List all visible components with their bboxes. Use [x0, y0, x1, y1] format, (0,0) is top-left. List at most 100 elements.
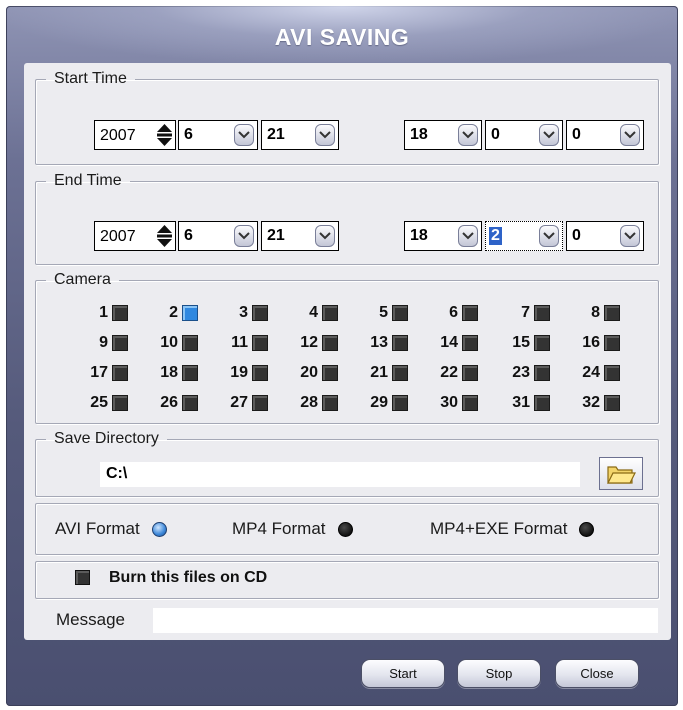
burn-cd-checkbox[interactable]: [75, 570, 90, 585]
radio-unselected-icon[interactable]: [579, 521, 595, 537]
checkbox-unchecked-icon[interactable]: [462, 395, 478, 411]
camera-26-checkbox[interactable]: 26: [148, 392, 198, 414]
start-hour-select[interactable]: 18: [404, 120, 482, 150]
checkbox-unchecked-icon[interactable]: [604, 395, 620, 411]
chevron-down-icon[interactable]: [234, 124, 254, 146]
checkbox-unchecked-icon[interactable]: [112, 395, 128, 411]
checkbox-unchecked-icon[interactable]: [252, 335, 268, 351]
checkbox-unchecked-icon[interactable]: [534, 395, 550, 411]
chevron-down-icon[interactable]: [539, 124, 559, 146]
checkbox-unchecked-icon[interactable]: [112, 365, 128, 381]
camera-22-checkbox[interactable]: 22: [428, 362, 478, 384]
end-minute-select[interactable]: 2: [485, 221, 563, 251]
camera-31-checkbox[interactable]: 31: [500, 392, 550, 414]
camera-8-checkbox[interactable]: 8: [570, 302, 620, 324]
radio-unselected-icon[interactable]: [337, 521, 353, 537]
checkbox-unchecked-icon[interactable]: [392, 365, 408, 381]
radio-selected-icon[interactable]: [151, 521, 167, 537]
camera-20-checkbox[interactable]: 20: [288, 362, 338, 384]
checkbox-unchecked-icon[interactable]: [392, 395, 408, 411]
checkbox-unchecked-icon[interactable]: [252, 305, 268, 321]
checkbox-unchecked-icon[interactable]: [252, 365, 268, 381]
camera-11-checkbox[interactable]: 11: [218, 332, 268, 354]
checkbox-unchecked-icon[interactable]: [252, 395, 268, 411]
end-year-spinner[interactable]: 2007: [94, 221, 176, 251]
camera-32-checkbox[interactable]: 32: [570, 392, 620, 414]
chevron-down-icon[interactable]: [458, 225, 478, 247]
start-month-select[interactable]: 6: [178, 120, 258, 150]
checkbox-unchecked-icon[interactable]: [604, 335, 620, 351]
checkbox-unchecked-icon[interactable]: [462, 305, 478, 321]
camera-10-checkbox[interactable]: 10: [148, 332, 198, 354]
camera-1-checkbox[interactable]: 1: [78, 302, 128, 324]
camera-13-checkbox[interactable]: 13: [358, 332, 408, 354]
checkbox-unchecked-icon[interactable]: [112, 305, 128, 321]
chevron-down-icon[interactable]: [315, 124, 335, 146]
save-directory-input[interactable]: C:\: [100, 462, 580, 487]
camera-2-checkbox[interactable]: 2: [148, 302, 198, 324]
chevron-down-icon[interactable]: [620, 124, 640, 146]
chevron-down-icon[interactable]: [234, 225, 254, 247]
camera-21-checkbox[interactable]: 21: [358, 362, 408, 384]
spinner-arrows-icon[interactable]: [156, 224, 173, 248]
checkbox-unchecked-icon[interactable]: [322, 395, 338, 411]
end-day-select[interactable]: 21: [261, 221, 339, 251]
camera-28-checkbox[interactable]: 28: [288, 392, 338, 414]
checkbox-unchecked-icon[interactable]: [322, 365, 338, 381]
stop-button[interactable]: Stop: [457, 659, 541, 688]
checkbox-unchecked-icon[interactable]: [112, 335, 128, 351]
start-day-select[interactable]: 21: [261, 120, 339, 150]
camera-15-checkbox[interactable]: 15: [500, 332, 550, 354]
camera-12-checkbox[interactable]: 12: [288, 332, 338, 354]
camera-29-checkbox[interactable]: 29: [358, 392, 408, 414]
camera-17-checkbox[interactable]: 17: [78, 362, 128, 384]
camera-24-checkbox[interactable]: 24: [570, 362, 620, 384]
chevron-down-icon[interactable]: [539, 225, 559, 247]
camera-4-checkbox[interactable]: 4: [288, 302, 338, 324]
camera-23-checkbox[interactable]: 23: [500, 362, 550, 384]
end-second-select[interactable]: 0: [566, 221, 644, 251]
checkbox-unchecked-icon[interactable]: [322, 305, 338, 321]
camera-25-checkbox[interactable]: 25: [78, 392, 128, 414]
chevron-down-icon[interactable]: [620, 225, 640, 247]
camera-27-checkbox[interactable]: 27: [218, 392, 268, 414]
format-option-avi[interactable]: AVI Format: [55, 519, 167, 539]
chevron-down-icon[interactable]: [315, 225, 335, 247]
checkbox-unchecked-icon[interactable]: [392, 305, 408, 321]
checkbox-checked-icon[interactable]: [182, 305, 198, 321]
checkbox-unchecked-icon[interactable]: [182, 335, 198, 351]
checkbox-unchecked-icon[interactable]: [322, 335, 338, 351]
start-year-spinner[interactable]: 2007: [94, 120, 176, 150]
checkbox-unchecked-icon[interactable]: [604, 365, 620, 381]
checkbox-unchecked-icon[interactable]: [534, 335, 550, 351]
browse-folder-button[interactable]: [599, 457, 643, 490]
checkbox-unchecked-icon[interactable]: [534, 365, 550, 381]
start-second-select[interactable]: 0: [566, 120, 644, 150]
checkbox-unchecked-icon[interactable]: [182, 395, 198, 411]
start-minute-select[interactable]: 0: [485, 120, 563, 150]
checkbox-unchecked-icon[interactable]: [604, 305, 620, 321]
camera-14-checkbox[interactable]: 14: [428, 332, 478, 354]
checkbox-unchecked-icon[interactable]: [392, 335, 408, 351]
camera-16-checkbox[interactable]: 16: [570, 332, 620, 354]
checkbox-unchecked-icon[interactable]: [462, 365, 478, 381]
camera-19-checkbox[interactable]: 19: [218, 362, 268, 384]
camera-18-checkbox[interactable]: 18: [148, 362, 198, 384]
camera-7-checkbox[interactable]: 7: [500, 302, 550, 324]
close-button[interactable]: Close: [555, 659, 639, 688]
end-month-select[interactable]: 6: [178, 221, 258, 251]
camera-30-checkbox[interactable]: 30: [428, 392, 478, 414]
spinner-arrows-icon[interactable]: [156, 123, 173, 147]
checkbox-unchecked-icon[interactable]: [462, 335, 478, 351]
camera-6-checkbox[interactable]: 6: [428, 302, 478, 324]
start-button[interactable]: Start: [361, 659, 445, 688]
format-option-mp4-exe[interactable]: MP4+EXE Format: [430, 519, 595, 539]
checkbox-unchecked-icon[interactable]: [534, 305, 550, 321]
format-option-mp4[interactable]: MP4 Format: [232, 519, 353, 539]
camera-9-checkbox[interactable]: 9: [78, 332, 128, 354]
camera-3-checkbox[interactable]: 3: [218, 302, 268, 324]
chevron-down-icon[interactable]: [458, 124, 478, 146]
checkbox-unchecked-icon[interactable]: [182, 365, 198, 381]
end-hour-select[interactable]: 18: [404, 221, 482, 251]
camera-5-checkbox[interactable]: 5: [358, 302, 408, 324]
